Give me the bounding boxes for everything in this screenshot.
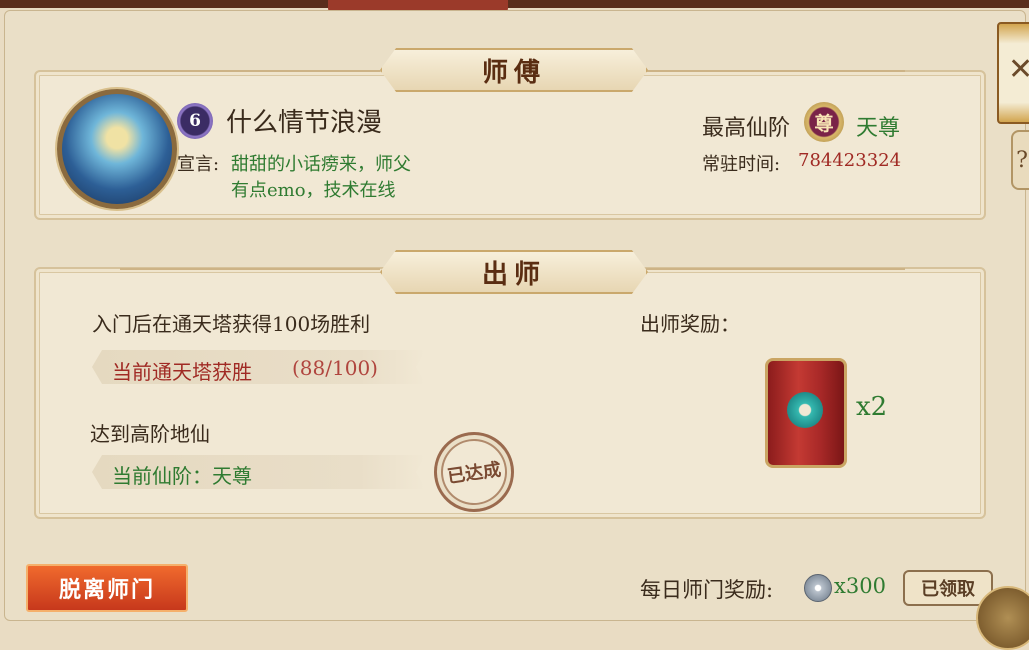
master-banner-left-line bbox=[120, 70, 380, 72]
reward-quantity: x2 bbox=[856, 392, 888, 422]
daily-reward-label: 每日师门奖励: bbox=[640, 578, 774, 602]
top-bar bbox=[0, 0, 1029, 8]
corner-menu-icon[interactable] bbox=[976, 586, 1029, 650]
highest-rank-label: 最高仙阶 bbox=[702, 116, 791, 141]
reward-label: 出师奖励： bbox=[640, 312, 740, 336]
resident-time-value: 784423324 bbox=[798, 150, 902, 171]
graduation-banner-right-line bbox=[645, 268, 905, 270]
close-icon[interactable]: ✕ bbox=[1008, 52, 1029, 87]
jade-ornament-icon bbox=[787, 392, 823, 428]
highest-rank-value: 天尊 bbox=[856, 116, 901, 141]
help-icon[interactable]: ? bbox=[1011, 130, 1029, 190]
resident-time-label: 常驻时间: bbox=[702, 154, 781, 175]
master-level-badge: 6 bbox=[177, 103, 213, 139]
declaration-label: 宣言: bbox=[177, 154, 220, 175]
master-banner-right-line bbox=[645, 70, 905, 72]
master-name: 什么情节浪漫 bbox=[226, 108, 383, 138]
requirement-1-text: 入门后在通天塔获得100场胜利 bbox=[92, 312, 371, 336]
master-section-title: 师傅 bbox=[380, 48, 648, 92]
graduation-banner-left-line bbox=[120, 268, 380, 270]
requirement-2-text: 达到高阶地仙 bbox=[90, 422, 210, 446]
rank-emblem-icon: 尊 bbox=[804, 102, 844, 142]
requirement-1-progress-label: 当前通天塔获胜 bbox=[112, 360, 252, 384]
declaration-line-2: 有点emo，技术在线 bbox=[231, 180, 396, 201]
leave-master-button[interactable]: 脱离师门 bbox=[26, 564, 188, 612]
silver-coin-icon bbox=[804, 574, 832, 602]
daily-reward-quantity: x300 bbox=[834, 574, 886, 598]
master-avatar[interactable] bbox=[57, 89, 177, 209]
graduation-section-title: 出师 bbox=[380, 250, 648, 294]
requirement-2-progress-text: 当前仙阶：天尊 bbox=[112, 464, 252, 488]
declaration-line-1: 甜甜的小话痨来，师父 bbox=[231, 154, 411, 175]
claimed-button[interactable]: 已领取 bbox=[903, 570, 993, 606]
requirement-1-progress-value: (88/100) bbox=[292, 356, 378, 380]
